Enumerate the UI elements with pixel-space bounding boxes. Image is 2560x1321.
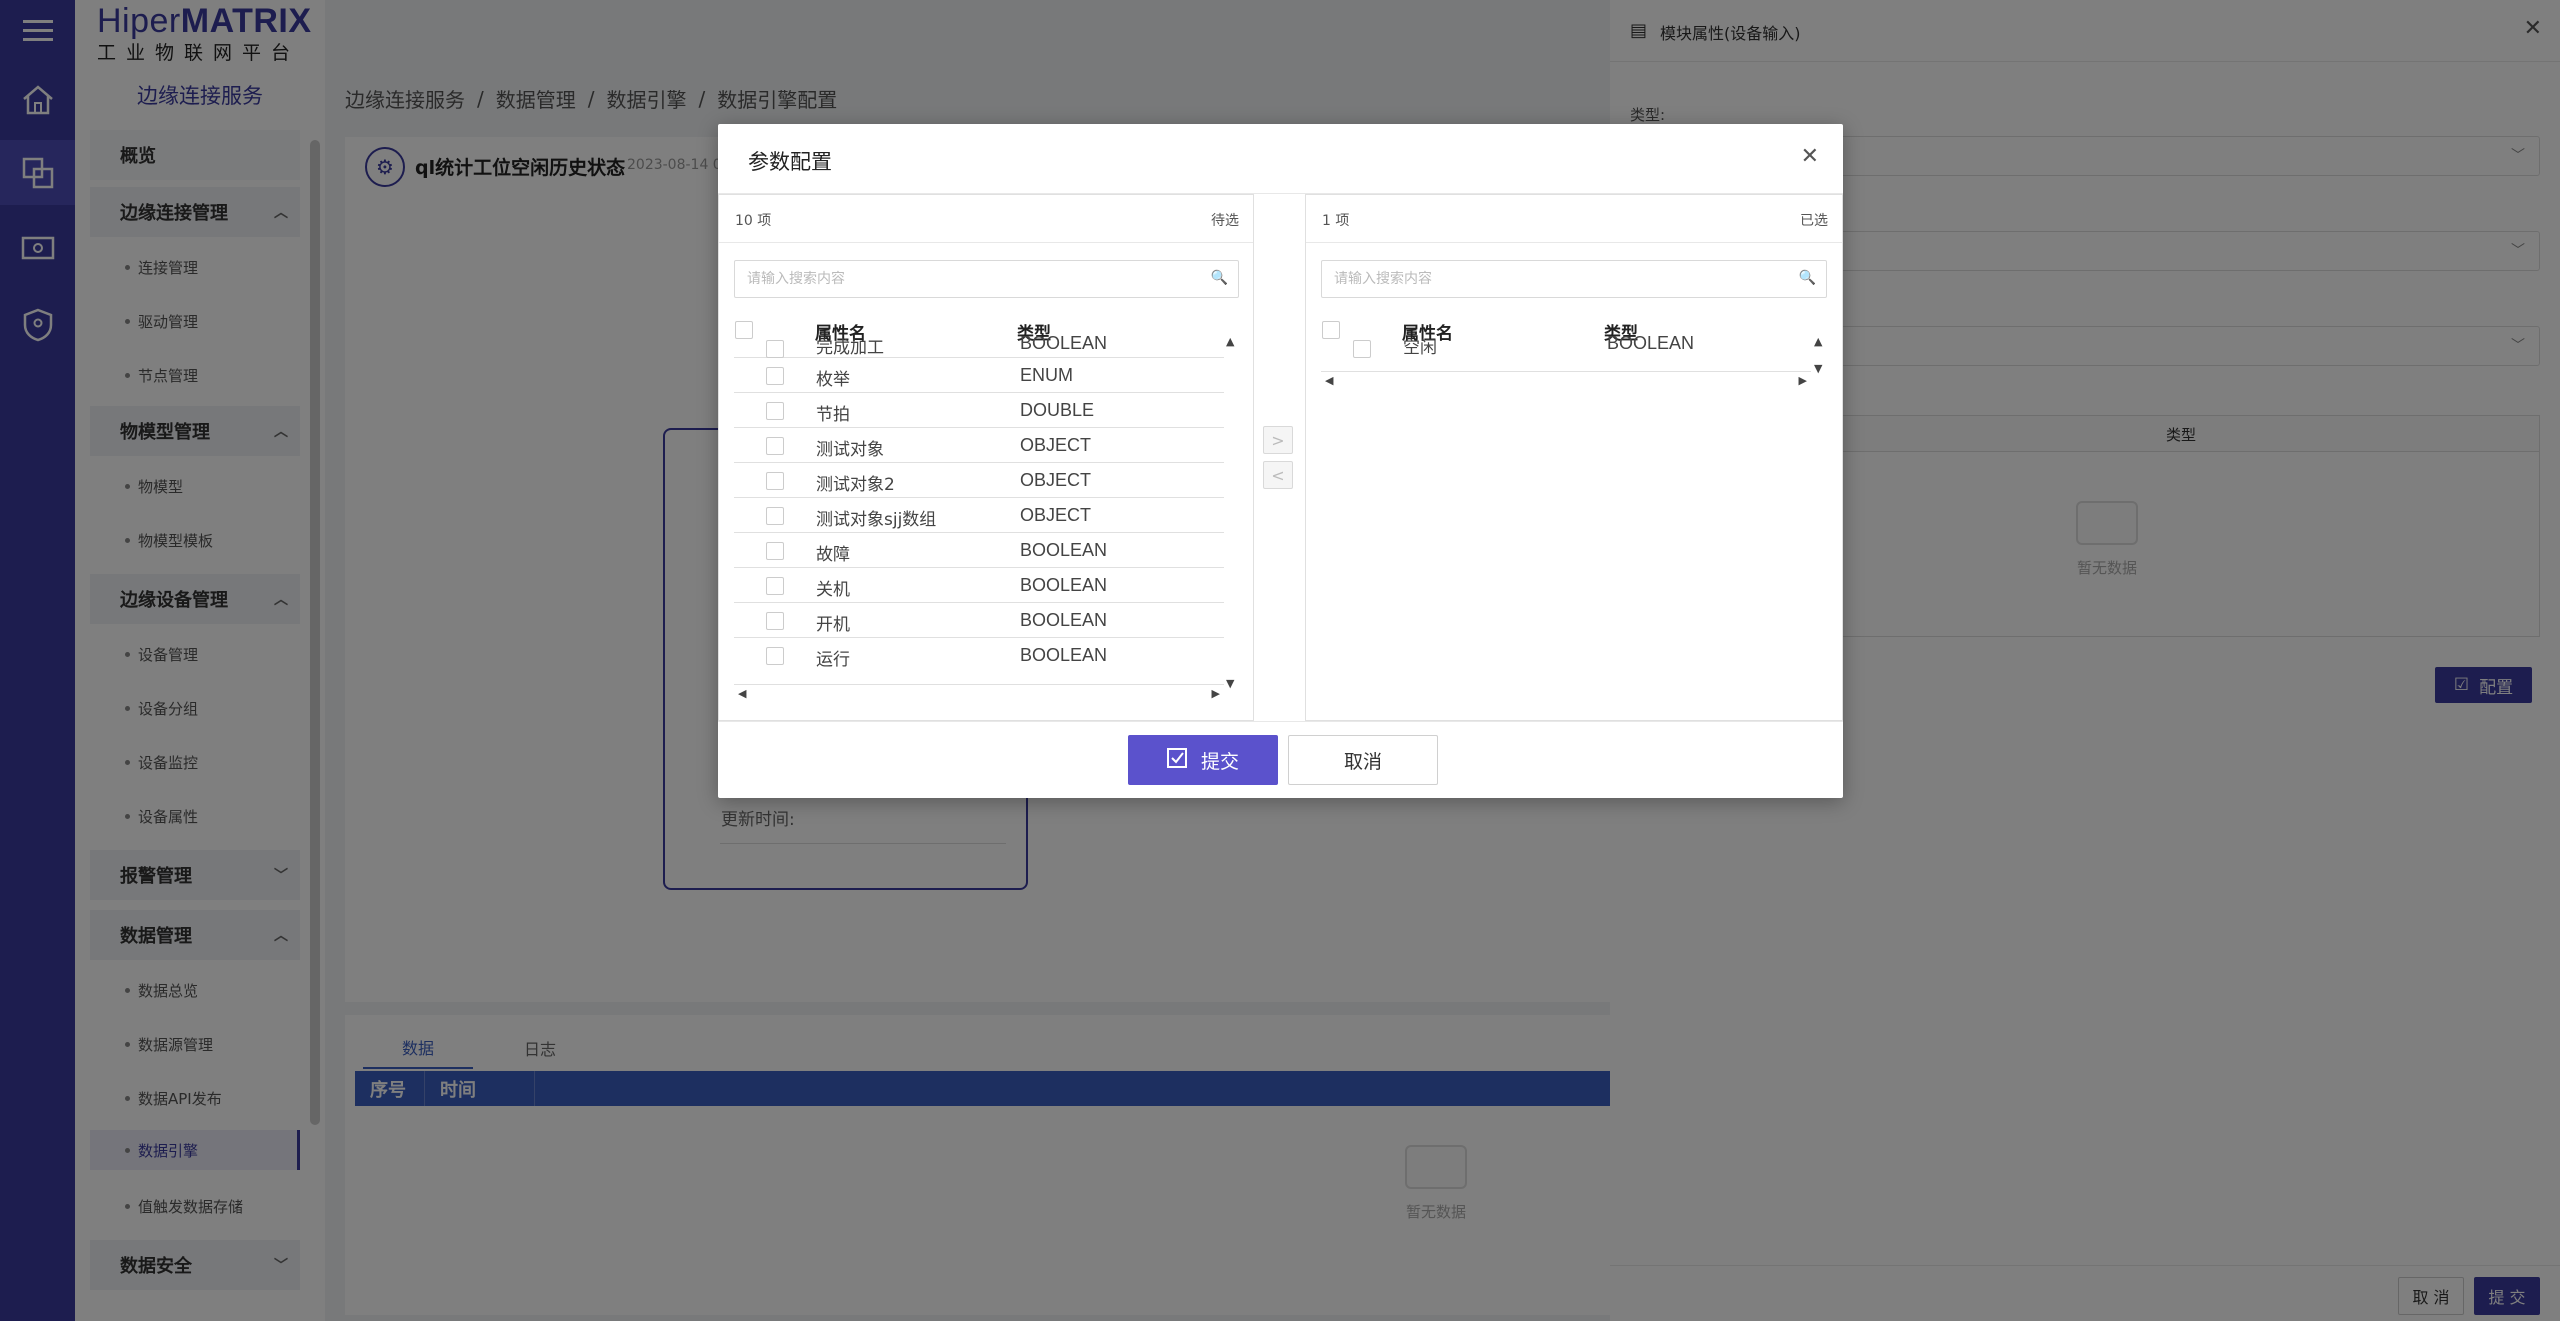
row-checkbox[interactable]	[766, 647, 784, 665]
item-count: 10 项	[735, 213, 772, 229]
source-horizontal-scrollbar[interactable]: ◀ ▶	[734, 684, 1224, 700]
table-row[interactable]: 测试对象sjj数组 OBJECT	[734, 498, 1224, 533]
row-checkbox[interactable]	[766, 577, 784, 595]
target-vertical-scrollbar[interactable]: ▲ ▼	[1814, 335, 1830, 375]
attr-name: 测试对象2	[816, 475, 895, 495]
submit-button[interactable]: 提交	[1128, 735, 1278, 785]
cancel-button[interactable]: 取消	[1288, 735, 1438, 785]
attr-type: DOUBLE	[1020, 400, 1095, 420]
scroll-up-icon[interactable]: ▲	[1226, 335, 1234, 348]
dialog-footer: 提交 取消	[718, 721, 1843, 798]
panel-header: 10 项 待选	[719, 195, 1253, 243]
attr-name: 测试对象	[816, 440, 884, 460]
close-icon[interactable]: ✕	[1801, 144, 1819, 169]
chevron-left-icon: <	[1271, 465, 1285, 485]
table-row[interactable]: 测试对象2 OBJECT	[734, 463, 1224, 498]
target-horizontal-scrollbar[interactable]: ◀ ▶	[1321, 371, 1811, 387]
row-checkbox[interactable]	[1353, 340, 1371, 358]
attr-name: 运行	[816, 650, 850, 670]
attr-type: BOOLEAN	[1020, 610, 1108, 630]
search-icon[interactable]: 🔍	[1799, 270, 1816, 286]
target-search: 🔍	[1321, 260, 1827, 298]
dialog-header: 参数配置 ✕	[718, 124, 1843, 194]
row-checkbox[interactable]	[766, 367, 784, 385]
transfer-source-panel: 10 项 待选 🔍 属性名 类型 完成加工 BOOLEAN 枚举 ENUM	[718, 194, 1254, 721]
button-label: 提交	[1200, 750, 1239, 773]
move-left-button[interactable]: <	[1263, 461, 1293, 489]
panel-status: 待选	[1211, 213, 1239, 229]
attr-type: BOOLEAN	[1020, 333, 1108, 353]
table-row[interactable]: 故障 BOOLEAN	[734, 533, 1224, 568]
button-label: 取消	[1343, 750, 1382, 773]
scroll-left-icon[interactable]: ◀	[738, 687, 746, 700]
search-input[interactable]	[1322, 261, 1826, 297]
table-row[interactable]: 节拍 DOUBLE	[734, 393, 1224, 428]
attr-name: 完成加工	[816, 338, 884, 358]
table-row[interactable]: 枚举 ENUM	[734, 358, 1224, 393]
attr-name: 关机	[816, 580, 850, 600]
attr-name: 故障	[816, 545, 850, 565]
table-row[interactable]: 测试对象 OBJECT	[734, 428, 1224, 463]
row-checkbox[interactable]	[766, 437, 784, 455]
item-count: 1 项	[1322, 213, 1350, 229]
attr-type: OBJECT	[1020, 435, 1092, 455]
search-icon[interactable]: 🔍	[1211, 270, 1228, 286]
row-checkbox[interactable]	[766, 472, 784, 490]
attr-name: 测试对象sjj数组	[816, 510, 937, 530]
scroll-right-icon[interactable]: ▶	[1212, 687, 1220, 700]
row-checkbox[interactable]	[766, 340, 784, 358]
source-vertical-scrollbar[interactable]: ▲ ▼	[1226, 335, 1242, 690]
table-row[interactable]: 运行 BOOLEAN	[734, 638, 1224, 673]
scroll-up-icon[interactable]: ▲	[1814, 335, 1822, 348]
search-input[interactable]	[735, 261, 1238, 297]
scroll-left-icon[interactable]: ◀	[1325, 374, 1333, 387]
panel-status: 已选	[1800, 213, 1828, 229]
attr-name: 节拍	[816, 405, 850, 425]
row-checkbox[interactable]	[766, 542, 784, 560]
table-row[interactable]: 空闲 BOOLEAN	[1321, 330, 1811, 358]
attr-type: BOOLEAN	[1020, 645, 1108, 665]
dialog-title: 参数配置	[748, 150, 832, 174]
table-row[interactable]: 完成加工 BOOLEAN	[734, 330, 1224, 358]
attr-type: BOOLEAN	[1607, 333, 1695, 353]
source-table: 属性名 类型 完成加工 BOOLEAN 枚举 ENUM 节拍 DOUBLE 测试…	[734, 315, 1224, 685]
scroll-right-icon[interactable]: ▶	[1799, 374, 1807, 387]
attr-name: 开机	[816, 615, 850, 635]
source-search: 🔍	[734, 260, 1239, 298]
checkbox-check-icon	[1166, 747, 1187, 773]
chevron-right-icon: >	[1271, 430, 1285, 450]
table-row[interactable]: 开机 BOOLEAN	[734, 603, 1224, 638]
row-checkbox[interactable]	[766, 507, 784, 525]
attr-name: 空闲	[1403, 338, 1437, 358]
attr-type: OBJECT	[1020, 505, 1092, 525]
table-row[interactable]: 关机 BOOLEAN	[734, 568, 1224, 603]
row-checkbox[interactable]	[766, 402, 784, 420]
param-config-dialog: 参数配置 ✕ 10 项 待选 🔍 属性名 类型 完成加工 BOOLEAN	[718, 124, 1843, 798]
attr-type: BOOLEAN	[1020, 575, 1108, 595]
row-checkbox[interactable]	[766, 612, 784, 630]
attr-type: OBJECT	[1020, 470, 1092, 490]
attr-type: BOOLEAN	[1020, 540, 1108, 560]
panel-header: 1 项 已选	[1306, 195, 1842, 243]
attr-name: 枚举	[816, 370, 850, 390]
transfer-target-panel: 1 项 已选 🔍 属性名 类型 空闲 BOOLEAN ▲ ▼ ◀ ▶	[1305, 194, 1843, 721]
move-right-button[interactable]: >	[1263, 426, 1293, 454]
scroll-down-icon[interactable]: ▼	[1814, 362, 1822, 375]
scroll-down-icon[interactable]: ▼	[1226, 677, 1234, 690]
attr-type: ENUM	[1020, 365, 1073, 385]
